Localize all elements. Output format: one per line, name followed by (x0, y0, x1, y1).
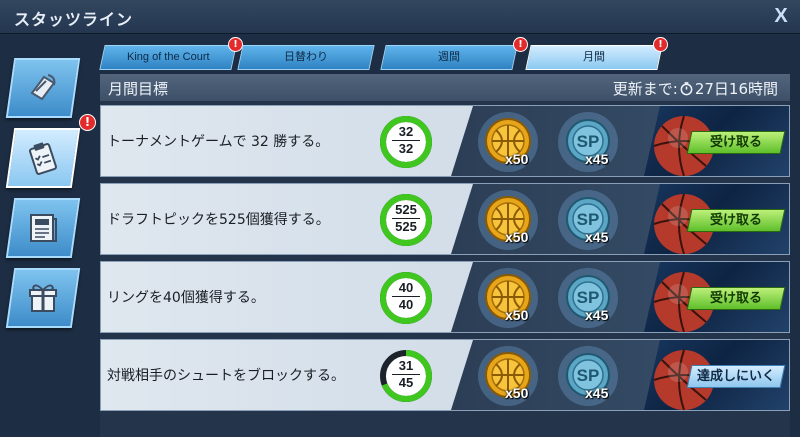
progress-count: 525 525 (379, 202, 433, 235)
progress-ring: 31 45 (379, 349, 433, 403)
sidebar-item-news[interactable] (5, 198, 81, 258)
token-reward-count: x45 (585, 229, 609, 245)
mission-row: トーナメントゲームで 32 勝する。 32 32 x50 SP x45 受け取る (100, 105, 790, 177)
newspaper-icon (30, 214, 57, 242)
tab-alert-badge: ! (513, 37, 528, 52)
tab-weekly[interactable]: 週間 (380, 45, 518, 70)
sidebar-missions-alert-badge: ! (79, 114, 96, 131)
gift-icon (29, 284, 57, 312)
go-achieve-button[interactable]: 達成しにいく (686, 365, 786, 388)
panel-title: 月間目標 (108, 80, 169, 98)
tab-label: 日替わり (284, 51, 328, 63)
action-area: 達成しにいく (644, 340, 789, 410)
basketball-coin-reward: x50 (477, 189, 539, 251)
coin-reward-count: x50 (505, 229, 529, 245)
progress-count: 32 32 (379, 124, 433, 157)
title-bar: スタッツライン X (0, 0, 800, 34)
svg-text:SP: SP (577, 366, 600, 385)
missions-panel: 月間目標 更新まで: 27日16時間 トーナメントゲームで 32 勝する。 32 … (100, 74, 790, 437)
coin-reward-count: x50 (505, 307, 529, 323)
progress-ring: 525 525 (379, 193, 433, 247)
coin-reward-count: x50 (505, 385, 529, 401)
sidebar: ! (0, 34, 96, 437)
sp-token-reward: SP x45 (557, 111, 619, 173)
tab-monthly[interactable]: 月間 (525, 45, 663, 70)
action-label: 受け取る (709, 213, 762, 228)
sidebar-item-missions[interactable] (5, 128, 81, 188)
refresh-countdown: 更新まで: 27日16時間 (613, 78, 778, 99)
refresh-label: 更新まで: (612, 80, 678, 98)
tab-alert-badge: ! (653, 37, 668, 52)
basketball-coin-reward: x50 (477, 345, 539, 407)
tab-king-of-the-court[interactable]: King of the Court (99, 45, 237, 70)
progress-ring: 32 32 (379, 115, 433, 169)
claim-reward-button[interactable]: 受け取る (686, 131, 786, 154)
panel-header: 月間目標 更新まで: 27日16時間 (100, 74, 790, 101)
progress-current: 525 (392, 202, 420, 219)
sidebar-item-overview[interactable] (5, 58, 81, 118)
tab-label: 月間 (583, 51, 605, 63)
mission-text: トーナメントゲームで 32 勝する。 (107, 134, 330, 150)
progress-ring: 40 40 (379, 271, 433, 325)
sp-token-reward: SP x45 (557, 345, 619, 407)
svg-text:SP: SP (577, 210, 600, 229)
action-area: 受け取る (644, 106, 789, 176)
action-label: 受け取る (709, 135, 762, 150)
claim-reward-button[interactable]: 受け取る (686, 287, 786, 310)
mission-row: リングを40個獲得する。 40 40 x50 SP x45 受け取る (100, 261, 790, 333)
progress-target: 45 (398, 375, 414, 390)
window-title: スタッツライン (14, 10, 134, 29)
coin-reward-count: x50 (505, 151, 529, 167)
tab-label: King of the Court (126, 51, 210, 63)
claim-reward-button[interactable]: 受け取る (686, 209, 786, 232)
basketball-coin-reward: x50 (477, 111, 539, 173)
sp-token-reward: SP x45 (557, 189, 619, 251)
sp-token-reward: SP x45 (557, 267, 619, 329)
svg-text:SP: SP (577, 132, 600, 151)
sidebar-item-gifts[interactable] (5, 268, 81, 328)
action-area: 受け取る (644, 262, 789, 332)
tab-daily[interactable]: 日替わり (237, 45, 375, 70)
mission-text: 対戦相手のシュートをブロックする。 (107, 368, 345, 384)
refresh-time: 27日16時間 (694, 80, 778, 98)
mission-row: 対戦相手のシュートをブロックする。 31 45 x50 SP x45 達成しにい… (100, 339, 790, 411)
progress-current: 40 (392, 280, 420, 297)
token-reward-count: x45 (585, 385, 609, 401)
action-label: 受け取る (709, 291, 762, 306)
progress-count: 31 45 (379, 358, 433, 391)
progress-target: 40 (398, 297, 414, 312)
token-reward-count: x45 (585, 151, 609, 167)
progress-count: 40 40 (379, 280, 433, 313)
progress-current: 31 (392, 358, 420, 375)
clipboard-icon (28, 142, 58, 175)
progress-current: 32 (392, 124, 420, 141)
scroll-icon (30, 74, 56, 101)
progress-target: 32 (398, 141, 414, 156)
progress-target: 525 (395, 219, 417, 234)
mission-text: リングを40個獲得する。 (107, 290, 265, 306)
tab-label: 週間 (438, 51, 460, 63)
action-label: 達成しにいく (696, 369, 775, 384)
mission-text: ドラフトピックを525個獲得する。 (107, 212, 330, 228)
mission-row: ドラフトピックを525個獲得する。 525 525 x50 SP x45 受け取… (100, 183, 790, 255)
action-area: 受け取る (644, 184, 789, 254)
timer-icon (680, 82, 693, 96)
token-reward-count: x45 (585, 307, 609, 323)
close-button[interactable]: X (768, 2, 794, 30)
basketball-coin-reward: x50 (477, 267, 539, 329)
svg-text:SP: SP (577, 288, 600, 307)
